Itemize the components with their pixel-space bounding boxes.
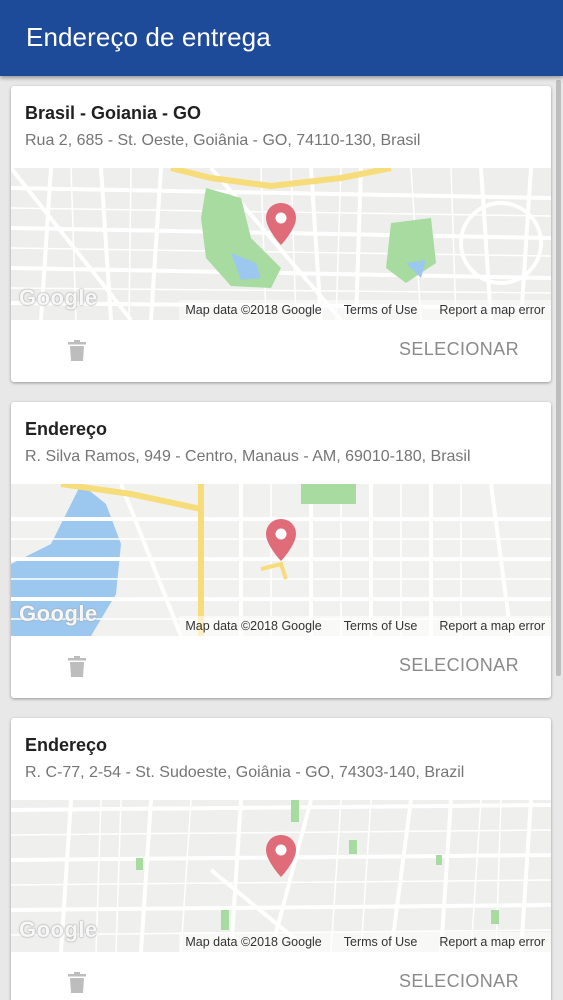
address-title: Endereço (25, 735, 108, 755)
trash-icon[interactable] (67, 656, 87, 678)
address-title: Endereço (25, 419, 108, 439)
map-attribution: Map data ©2018 Google Terms of Use Repor… (179, 300, 551, 320)
terms-of-use-link[interactable]: Terms of Use (344, 303, 418, 317)
address-text: R. Silva Ramos, 949 - Centro, Manaus - A… (25, 448, 471, 465)
select-button[interactable]: SELECIONAR (399, 655, 519, 676)
terms-of-use-link[interactable]: Terms of Use (344, 935, 418, 949)
map-data-label: Map data ©2018 Google (185, 619, 322, 633)
google-logo: Google (19, 917, 98, 942)
card-actions: SELECIONAR (11, 320, 551, 382)
address-text: R. C-77, 2-54 - St. Sudoeste, Goiânia - … (25, 764, 465, 781)
card-actions: SELECIONAR (11, 636, 551, 698)
map-data-label: Map data ©2018 Google (185, 935, 322, 949)
terms-of-use-link[interactable]: Terms of Use (344, 619, 418, 633)
report-map-error-link[interactable]: Report a map error (439, 619, 545, 633)
google-logo: Google (19, 601, 98, 626)
map-preview[interactable]: Google Map data ©2018 Google Terms of Us… (11, 800, 551, 952)
address-card: Endereço R. C-77, 2-54 - St. Sudoeste, G… (11, 718, 551, 1000)
map-attribution: Map data ©2018 Google Terms of Use Repor… (179, 616, 551, 636)
map-pin-icon (266, 519, 296, 561)
map-data-label: Map data ©2018 Google (185, 303, 322, 317)
map-preview[interactable]: Google Map data ©2018 Google Terms of Us… (11, 168, 551, 320)
address-list[interactable]: Brasil - Goiania - GO Rua 2, 685 - St. O… (0, 76, 563, 1000)
google-logo: Google (19, 285, 98, 310)
page-title: Endereço de entrega (26, 22, 271, 52)
map-pin-icon (266, 203, 296, 245)
map-pin-icon (266, 835, 296, 877)
map-preview[interactable]: Google Map data ©2018 Google Terms of Us… (11, 484, 551, 636)
app-bar: Endereço de entrega (0, 0, 563, 76)
report-map-error-link[interactable]: Report a map error (439, 303, 545, 317)
scrollbar[interactable] (556, 80, 561, 676)
card-actions: SELECIONAR (11, 952, 551, 1000)
trash-icon[interactable] (67, 972, 87, 994)
select-button[interactable]: SELECIONAR (399, 339, 519, 360)
select-button[interactable]: SELECIONAR (399, 971, 519, 992)
trash-icon[interactable] (67, 340, 87, 362)
address-text: Rua 2, 685 - St. Oeste, Goiânia - GO, 74… (25, 132, 421, 149)
report-map-error-link[interactable]: Report a map error (439, 935, 545, 949)
address-card: Brasil - Goiania - GO Rua 2, 685 - St. O… (11, 86, 551, 382)
map-attribution: Map data ©2018 Google Terms of Use Repor… (179, 932, 551, 952)
address-title: Brasil - Goiania - GO (25, 103, 202, 123)
address-card: Endereço R. Silva Ramos, 949 - Centro, M… (11, 402, 551, 698)
